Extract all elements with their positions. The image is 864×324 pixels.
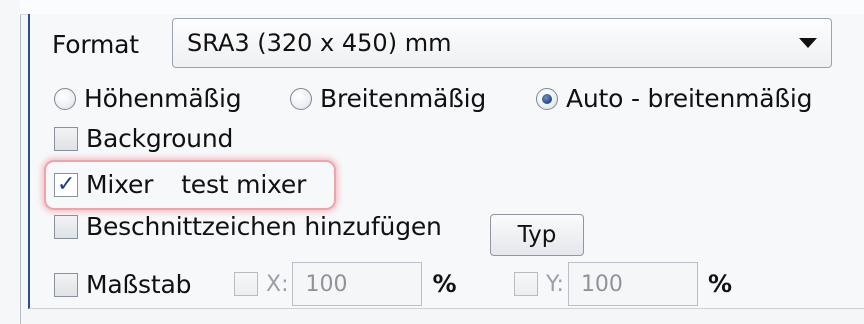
background-label: Background [86, 124, 234, 153]
scale-y-group: Y: 100 % [514, 262, 732, 306]
orientation-option-auto[interactable]: Auto - breitenmäßig [536, 84, 813, 114]
scale-option[interactable]: Maßstab [54, 270, 191, 300]
format-row: Format [52, 30, 139, 60]
mixer-value: test mixer [181, 170, 307, 199]
checkmark-icon: ✓ [57, 172, 76, 197]
scale-x-label: X: [266, 271, 289, 297]
orientation-label-auto: Auto - breitenmäßig [566, 84, 813, 113]
background-option[interactable]: Background [54, 124, 233, 154]
scale-y-label: Y: [546, 271, 564, 297]
scale-y-input[interactable]: 100 [567, 262, 698, 306]
type-button[interactable]: Typ [490, 214, 584, 256]
scale-x-unit: % [432, 270, 457, 298]
type-button-label: Typ [517, 222, 557, 248]
orientation-option-landscape[interactable]: Breitenmäßig [290, 84, 486, 114]
format-select-value: SRA3 (320 x 450) mm [187, 29, 452, 57]
format-label: Format [52, 30, 139, 59]
mixer-checkbox[interactable]: ✓ [54, 173, 78, 197]
radio-auto[interactable] [536, 88, 558, 110]
crop-marks-option[interactable]: Beschnittzeichen hinzufügen [54, 212, 442, 242]
scale-y-checkbox[interactable] [514, 272, 538, 296]
format-select[interactable]: SRA3 (320 x 450) mm [172, 18, 832, 68]
scale-x-input[interactable]: 100 [292, 262, 423, 306]
scale-x-group: X: 100 % [234, 262, 457, 306]
crop-marks-label: Beschnittzeichen hinzufügen [86, 212, 442, 241]
scale-x-checkbox[interactable] [234, 272, 258, 296]
orientation-label-landscape: Breitenmäßig [320, 84, 487, 113]
radio-portrait[interactable] [54, 88, 76, 110]
mixer-label: Mixer [86, 170, 154, 199]
background-checkbox[interactable] [54, 127, 78, 151]
mixer-option[interactable]: ✓ Mixer test mixer [54, 170, 306, 200]
crop-marks-checkbox[interactable] [54, 215, 78, 239]
scale-checkbox[interactable] [54, 273, 78, 297]
orientation-option-portrait[interactable]: Höhenmäßig [54, 84, 242, 114]
orientation-label-portrait: Höhenmäßig [84, 84, 242, 113]
scale-label: Maßstab [86, 270, 192, 299]
top-strip [20, 0, 864, 15]
scale-y-unit: % [707, 270, 732, 298]
radio-landscape[interactable] [290, 88, 312, 110]
chevron-down-icon[interactable] [799, 38, 817, 48]
